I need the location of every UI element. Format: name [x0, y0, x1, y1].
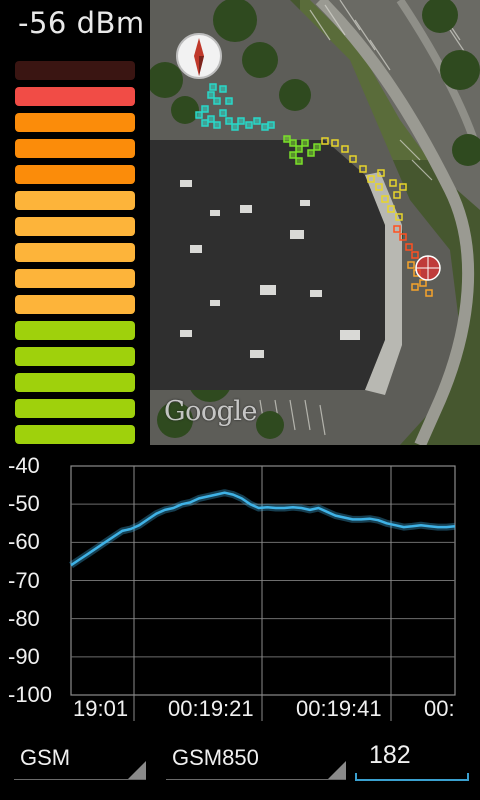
- signal-level-bar: [15, 165, 135, 184]
- signal-meter: -56 dBm: [0, 0, 150, 445]
- signal-level-bar: [15, 191, 135, 210]
- input-underline-right: [467, 773, 469, 781]
- bottom-controls: GSM GSM850 182: [0, 735, 480, 800]
- y-tick-label: -50: [8, 491, 40, 517]
- band-spinner[interactable]: GSM850: [160, 735, 348, 780]
- signal-level-bar: [15, 217, 135, 236]
- y-tick-label: -90: [8, 643, 40, 669]
- input-underline: [355, 779, 469, 781]
- spinner-underline: [14, 779, 146, 780]
- signal-level-bar: [15, 321, 135, 340]
- y-tick-label: -60: [8, 529, 40, 555]
- y-tick-label: -100: [8, 682, 53, 707]
- y-tick-label: -70: [8, 567, 40, 593]
- dropdown-arrow-icon: [128, 761, 146, 779]
- signal-level-bar: [15, 373, 135, 392]
- x-tick-label: 00:19:21: [168, 696, 254, 721]
- signal-history-chart: -40 -50 -60 -70 -80 -90 -100 19:01 00:19:21 00:1…: [0, 445, 480, 735]
- signal-level-bar: [15, 61, 135, 80]
- y-tick-label: -40: [8, 453, 40, 478]
- channel-value: 182: [369, 741, 411, 769]
- x-tick-label: 00:: [424, 696, 455, 721]
- signal-level-bar: [15, 243, 135, 262]
- signal-strength-readout: -56 dBm: [18, 6, 145, 40]
- spinner-underline: [166, 779, 346, 780]
- location-marker-icon: [415, 255, 441, 281]
- x-tick-label: 19:01: [73, 696, 129, 721]
- signal-level-bar: [15, 113, 135, 132]
- signal-level-bar: [15, 87, 135, 106]
- band-value: GSM850: [172, 745, 259, 770]
- signal-level-bar: [15, 347, 135, 366]
- compass-icon[interactable]: [176, 33, 222, 79]
- signal-level-bar: [15, 295, 135, 314]
- network-type-spinner[interactable]: GSM: [8, 735, 148, 780]
- signal-level-bar: [15, 139, 135, 158]
- network-type-value: GSM: [20, 745, 71, 770]
- chart-plot: [69, 465, 456, 721]
- dropdown-arrow-icon: [328, 761, 346, 779]
- signal-level-bar: [15, 399, 135, 418]
- signal-level-bar: [15, 425, 135, 444]
- map-attribution: Google: [164, 396, 257, 427]
- satellite-map: [150, 0, 480, 445]
- input-underline-left: [355, 773, 357, 781]
- map-view[interactable]: Google: [150, 0, 480, 445]
- signal-level-bar: [15, 269, 135, 288]
- channel-input[interactable]: 182: [355, 735, 475, 781]
- x-tick-label: 00:19:41: [296, 696, 382, 721]
- y-tick-label: -80: [8, 605, 40, 631]
